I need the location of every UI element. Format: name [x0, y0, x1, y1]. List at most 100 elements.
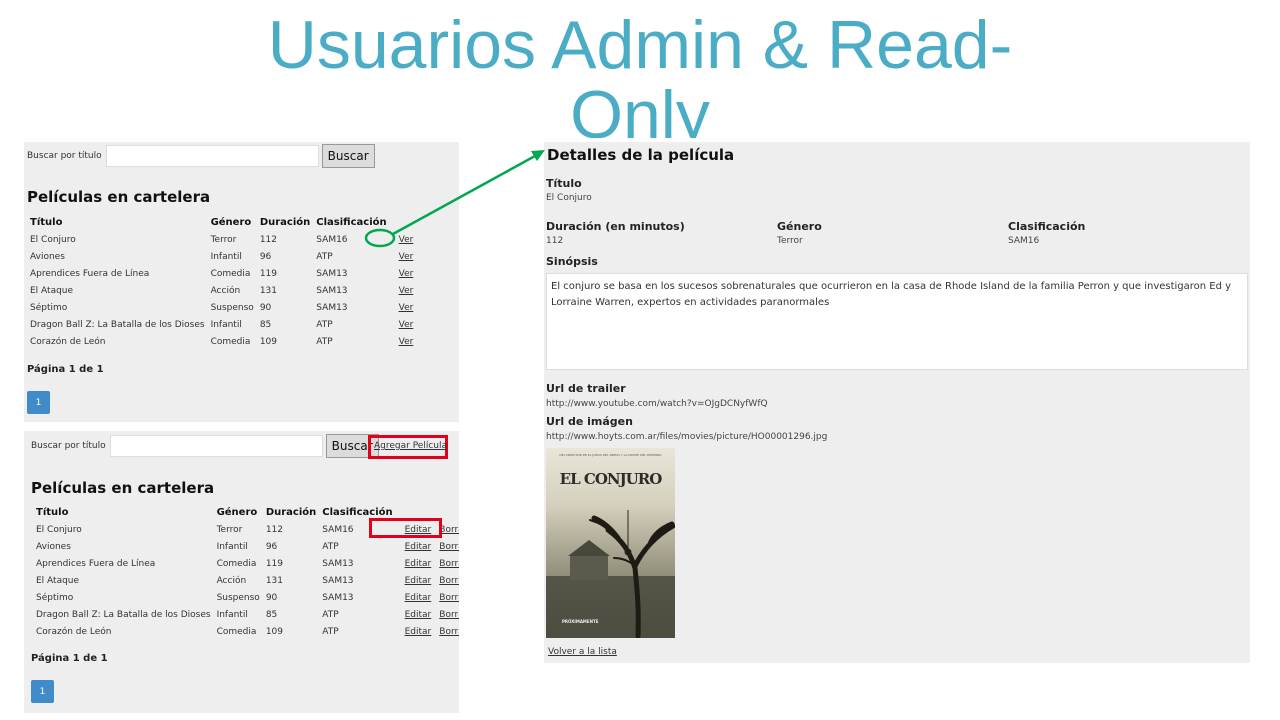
view-link[interactable]: Ver: [399, 269, 414, 279]
view-link[interactable]: Ver: [399, 252, 414, 262]
table-row: Séptimo Suspenso 90 SAM13 Ver: [27, 299, 416, 316]
cell-title: El Conjuro: [30, 234, 76, 245]
delete-link[interactable]: Borrar: [439, 627, 459, 637]
cell-title: Séptimo: [30, 302, 68, 313]
delete-link[interactable]: Borrar: [439, 542, 459, 552]
cell-actions: Editar Borrar: [396, 606, 459, 623]
table-row: El Ataque Acción 131 SAM13 Ver: [27, 282, 416, 299]
cell-actions: Editar Borrar: [396, 555, 459, 572]
rating-value: SAM16: [1008, 236, 1040, 246]
column-header-duration: Duración: [259, 217, 311, 228]
cell-title: Dragon Ball Z: La Batalla de los Dioses: [30, 319, 205, 330]
column-header-title: Título: [36, 507, 69, 518]
edit-link[interactable]: Editar: [405, 593, 432, 603]
cell-rating: SAM13: [316, 285, 348, 296]
cell-duration: 112: [259, 234, 278, 245]
table-row: Corazón de León Comedia 109 ATP Editar Borrar: [33, 623, 459, 640]
cell-duration: 112: [265, 524, 284, 535]
slide-title: Usuarios Admin & Read-Only: [267, 10, 1013, 138]
image-label: Url de imágen: [546, 415, 633, 428]
cell-rating: ATP: [316, 336, 333, 347]
search-input[interactable]: [109, 435, 323, 457]
cell-rating: ATP: [322, 609, 339, 620]
readonly-search-bar: Buscar por título Buscar: [27, 144, 375, 168]
column-header-genre: Género: [210, 217, 252, 228]
table-row: Aprendices Fuera de Línea Comedia 119 SAM13…: [27, 265, 416, 282]
cell-duration: 119: [265, 558, 284, 569]
delete-link[interactable]: Borrar: [439, 576, 459, 586]
cell-genre: Terror: [216, 524, 243, 535]
page-1-button[interactable]: 1: [27, 391, 50, 414]
delete-link[interactable]: Borrar: [439, 593, 459, 603]
cell-duration: 85: [265, 609, 278, 620]
table-header-row: Título Género Duración Clasificación: [27, 214, 416, 231]
cell-genre: Suspenso: [216, 592, 260, 603]
cell-title: El Ataque: [36, 575, 80, 586]
synopsis-text: El conjuro se basa en los sucesos sobren…: [546, 273, 1248, 370]
cell-duration: 96: [259, 251, 272, 262]
title-label: Título: [546, 177, 582, 190]
edit-link[interactable]: Editar: [405, 610, 432, 620]
page-info: Página 1 de 1: [27, 364, 104, 375]
details-heading: Detalles de la película: [547, 146, 735, 164]
edit-link[interactable]: Editar: [405, 627, 432, 637]
poster-tree-icon: [546, 510, 675, 638]
section-heading: Películas en cartelera: [27, 188, 211, 206]
cell-title: Séptimo: [36, 592, 74, 603]
section-heading: Películas en cartelera: [31, 479, 215, 497]
back-to-list-link[interactable]: Volver a la lista: [548, 647, 617, 657]
view-link[interactable]: Ver: [399, 286, 414, 296]
cell-genre: Acción: [210, 285, 241, 296]
cell-rating: ATP: [316, 251, 333, 262]
cell-actions: Ver: [390, 248, 417, 265]
title-value: El Conjuro: [546, 193, 592, 203]
duration-value: 112: [546, 236, 564, 246]
cell-rating: SAM13: [322, 592, 354, 603]
cell-duration: 109: [259, 336, 278, 347]
cell-title: Aprendices Fuera de Línea: [36, 558, 156, 569]
cell-rating: SAM16: [316, 234, 348, 245]
delete-link[interactable]: Borrar: [439, 559, 459, 569]
delete-link[interactable]: Borrar: [439, 525, 459, 535]
edit-link[interactable]: Editar: [405, 559, 432, 569]
cell-actions: Editar Borrar: [396, 589, 459, 606]
admin-list-panel: Buscar por título Buscar Agregar Películ…: [24, 431, 459, 713]
cell-rating: ATP: [322, 541, 339, 552]
table-row: El Ataque Acción 131 SAM13 Editar Borrar: [33, 572, 459, 589]
add-movie-link[interactable]: Agregar Película: [374, 441, 447, 451]
cell-genre: Comedia: [216, 558, 257, 569]
view-link[interactable]: Ver: [399, 235, 414, 245]
search-label: Buscar por título: [31, 441, 106, 451]
cell-rating: SAM13: [316, 302, 348, 313]
poster-footer: PRÓXIMAMENTE: [562, 619, 599, 624]
cell-genre: Infantil: [210, 319, 242, 330]
search-input[interactable]: [105, 145, 319, 167]
trailer-url: http://www.youtube.com/watch?v=OJgDCNyfW…: [546, 399, 768, 409]
table-row: Dragon Ball Z: La Batalla de los Dioses I…: [27, 316, 416, 333]
view-link[interactable]: Ver: [399, 303, 414, 313]
page-1-button[interactable]: 1: [31, 680, 54, 703]
trailer-label: Url de trailer: [546, 382, 626, 395]
edit-link[interactable]: Editar: [405, 576, 432, 586]
cell-title: El Ataque: [30, 285, 74, 296]
table-row: El Conjuro Terror 112 SAM16 Ver: [27, 231, 416, 248]
cell-rating: SAM13: [322, 575, 354, 586]
cell-rating: SAM13: [322, 558, 354, 569]
cell-genre: Suspenso: [210, 302, 254, 313]
view-link[interactable]: Ver: [399, 337, 414, 347]
delete-link[interactable]: Borrar: [439, 610, 459, 620]
cell-duration: 109: [265, 626, 284, 637]
movie-details-panel: Detalles de la película Título El Conjur…: [544, 142, 1250, 663]
cell-actions: Ver: [390, 231, 417, 248]
cell-actions: Editar Borrar: [396, 538, 459, 555]
table-row: Aviones Infantil 96 ATP Editar Borrar: [33, 538, 459, 555]
cell-duration: 85: [259, 319, 272, 330]
edit-link[interactable]: Editar: [405, 542, 432, 552]
cell-duration: 90: [259, 302, 272, 313]
cell-genre: Infantil: [216, 609, 248, 620]
search-button[interactable]: Buscar: [321, 144, 375, 168]
movies-table-body: El Conjuro Terror 112 SAM16 Ver Aviones Infant…: [27, 231, 416, 350]
genre-label: Género: [777, 220, 822, 233]
movie-poster: DEL DIRECTOR DE EL JUEGO DEL MIEDO Y LA …: [546, 448, 675, 638]
view-link[interactable]: Ver: [399, 320, 414, 330]
